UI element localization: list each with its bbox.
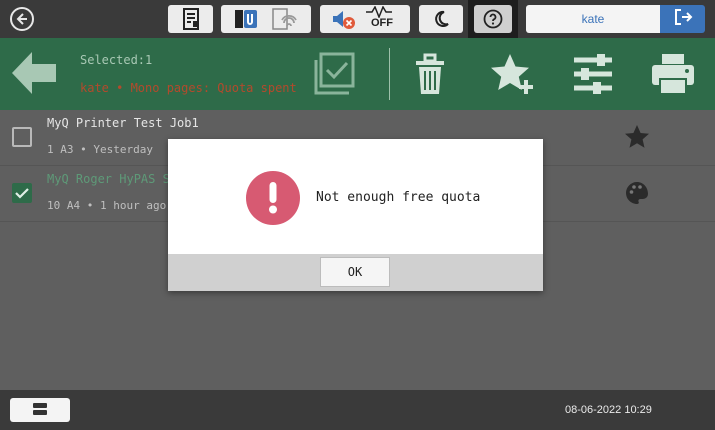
job-checkbox[interactable] bbox=[12, 127, 32, 147]
help-icon bbox=[483, 9, 503, 29]
speaker-muted-icon bbox=[331, 8, 357, 30]
palette-icon bbox=[624, 180, 650, 210]
toolbar-divider bbox=[389, 48, 390, 100]
job-details: 10 A4 • 1 hour ago bbox=[47, 199, 167, 212]
job-checkbox-checked[interactable] bbox=[12, 183, 32, 203]
bottom-bar: 08-06-2022 10:29 bbox=[0, 390, 715, 430]
menu-button[interactable] bbox=[10, 398, 70, 422]
favorite-add-icon[interactable] bbox=[490, 52, 536, 100]
sound-eco-button[interactable]: OFF bbox=[320, 5, 410, 33]
toner-icon bbox=[182, 8, 200, 30]
sleep-button[interactable] bbox=[419, 5, 463, 33]
usb-icon bbox=[234, 8, 258, 30]
dialog-message: Not enough free quota bbox=[316, 190, 481, 205]
print-icon[interactable] bbox=[650, 52, 696, 100]
date-time: 08-06-2022 10:29 bbox=[565, 404, 652, 416]
back-icon[interactable] bbox=[10, 7, 34, 31]
logout-icon bbox=[673, 8, 693, 30]
job-title: MyQ Roger HyPAS S bbox=[47, 172, 170, 186]
logout-button[interactable] bbox=[660, 5, 705, 33]
stack-menu-icon bbox=[32, 401, 48, 420]
star-icon bbox=[624, 124, 650, 154]
job-title: MyQ Printer Test Job1 bbox=[47, 116, 199, 130]
select-all-icon[interactable] bbox=[313, 52, 357, 100]
exclamation-icon bbox=[246, 171, 300, 225]
toner-status-button[interactable] bbox=[168, 5, 213, 33]
ok-button[interactable]: OK bbox=[320, 257, 390, 287]
quota-info: kate • Mono pages: Quota spent bbox=[80, 81, 297, 95]
user-name-field[interactable]: kate bbox=[526, 5, 660, 33]
sleep-moon-icon bbox=[432, 10, 450, 28]
settings-sliders-icon[interactable] bbox=[571, 52, 615, 100]
eco-off-label: OFF bbox=[371, 17, 393, 29]
top-bar: OFF kate bbox=[0, 0, 715, 38]
job-details: 1 A3 • Yesterday bbox=[47, 143, 153, 156]
back-arrow-icon[interactable] bbox=[10, 50, 58, 100]
eco-off-icon: OFF bbox=[365, 6, 399, 32]
selected-count: Selected:1 bbox=[80, 53, 153, 67]
help-button[interactable] bbox=[474, 5, 512, 33]
delete-icon[interactable] bbox=[413, 52, 447, 100]
connectivity-button[interactable] bbox=[221, 5, 311, 33]
wifi-icon bbox=[272, 8, 298, 30]
quota-alert-dialog: Not enough free quota OK bbox=[168, 139, 543, 291]
selection-action-bar: Selected:1 kate • Mono pages: Quota spen… bbox=[0, 38, 715, 110]
